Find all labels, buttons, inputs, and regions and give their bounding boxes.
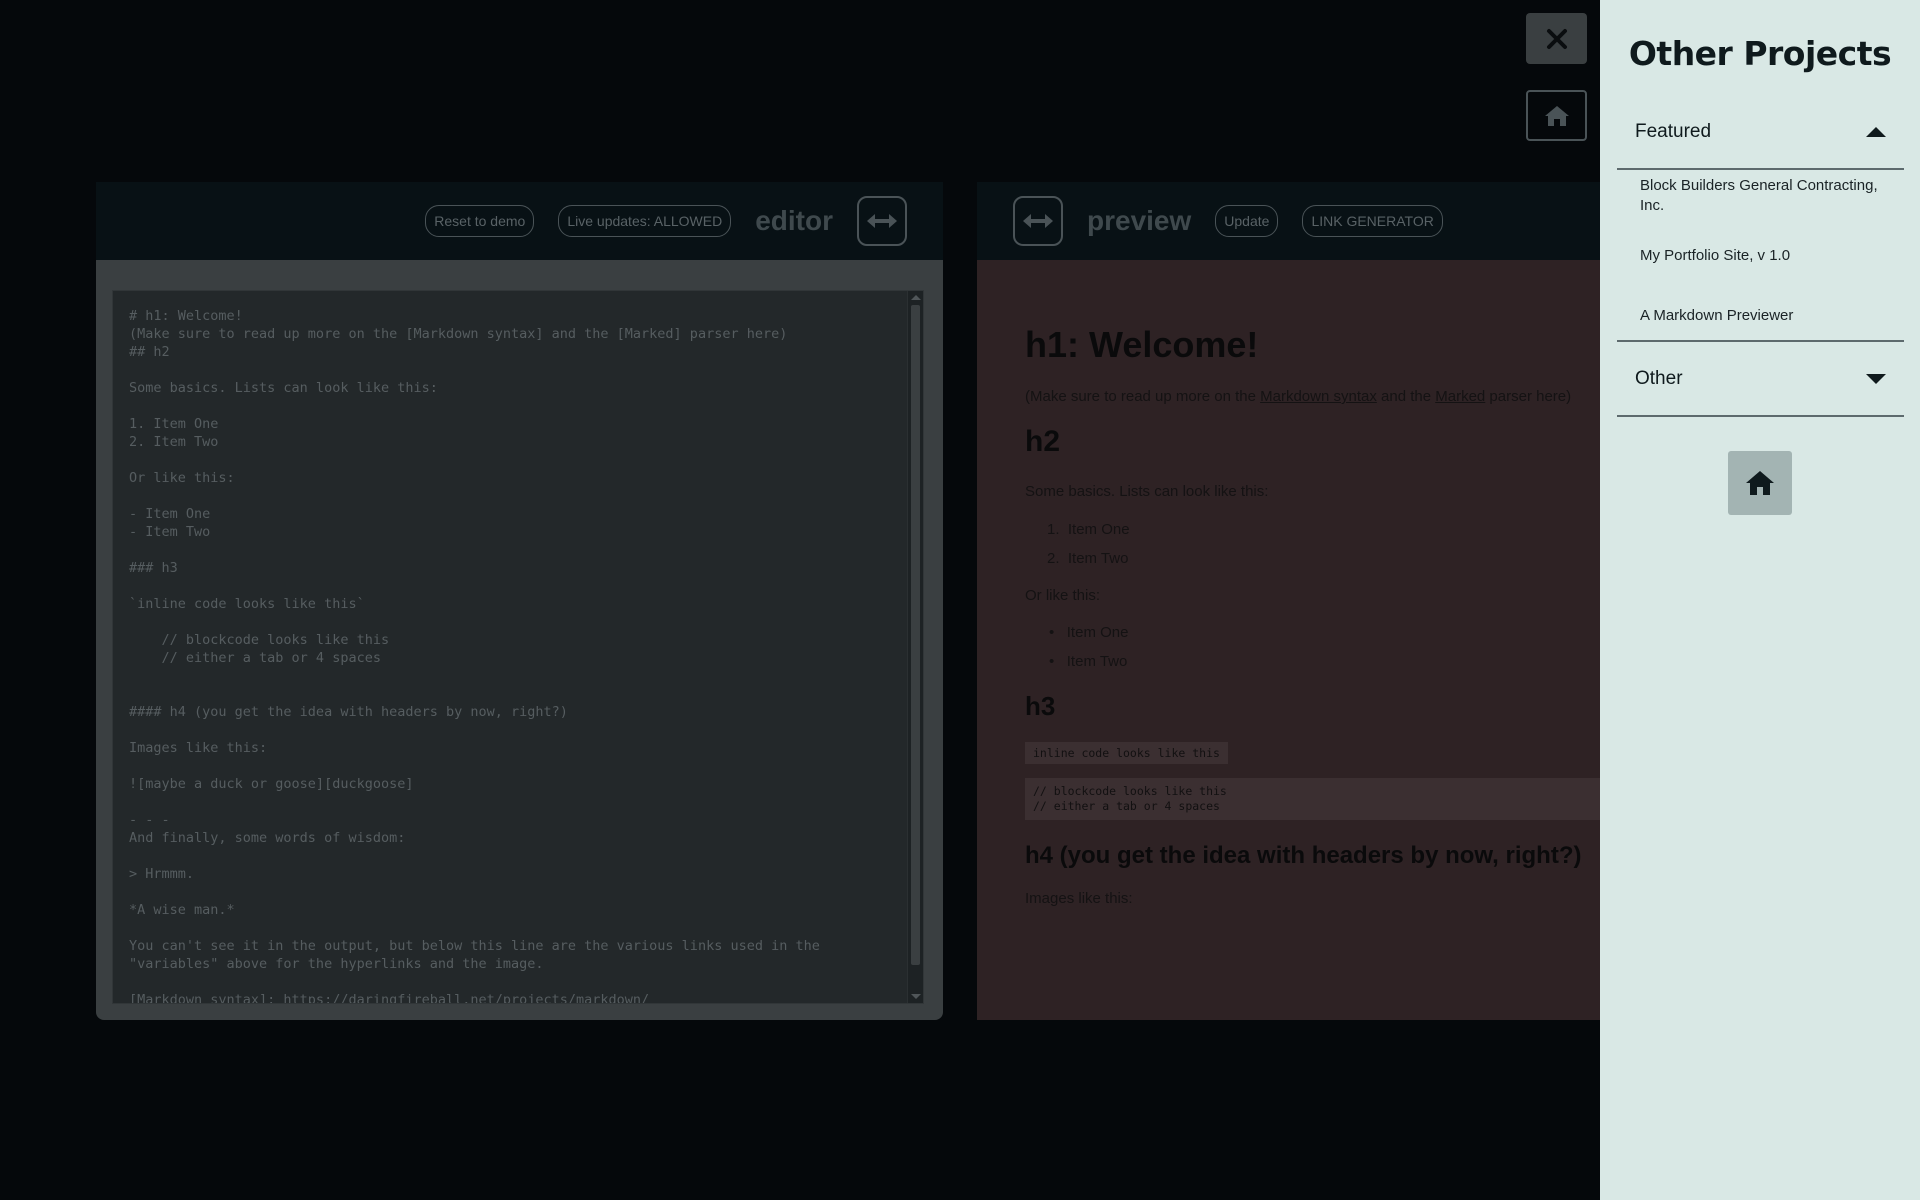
intro-text: and the [1376, 388, 1436, 405]
list-item-text: Item One [1066, 624, 1129, 641]
preview-intro: (Make sure to read up more on the Markdo… [1025, 388, 1571, 405]
horizontal-arrows-icon [1023, 214, 1053, 228]
editor-pane: # h1: Welcome! (Make sure to read up mor… [96, 260, 943, 1020]
preview-h1: h1: Welcome! [1025, 324, 1259, 365]
preview-basics: Some basics. Lists can look like this: [1025, 483, 1269, 500]
editor-toolbar: Reset to demo Live updates: ALLOWED edit… [96, 182, 943, 260]
scroll-up-icon[interactable] [911, 295, 921, 300]
preview-expand-button[interactable] [1013, 196, 1063, 246]
preview-h4: h4 (you get the idea with headers by now… [1025, 842, 1582, 869]
list-item: 1. Item One [1047, 521, 1130, 538]
preview-or-like: Or like this: [1025, 587, 1101, 604]
home-button[interactable] [1526, 90, 1587, 141]
other-projects-drawer: Other Projects Featured Block Builders G… [1600, 0, 1920, 1200]
list-item-text: Item One [1067, 521, 1130, 538]
drawer-home-button[interactable] [1728, 451, 1792, 515]
list-item-text: Item Two [1066, 653, 1128, 670]
other-section-toggle[interactable]: Other [1617, 343, 1904, 417]
home-icon [1544, 105, 1569, 126]
project-link-markdown-previewer[interactable]: A Markdown Previewer [1640, 306, 1905, 326]
editor-textarea[interactable]: # h1: Welcome! (Make sure to read up mor… [112, 290, 924, 1004]
featured-section-toggle[interactable]: Featured [1617, 96, 1904, 170]
update-button[interactable]: Update [1215, 205, 1279, 237]
scroll-down-icon[interactable] [911, 994, 921, 999]
other-label: Other [1635, 368, 1683, 389]
list-item-text: Item Two [1067, 550, 1129, 567]
markdown-syntax-link[interactable]: Markdown syntax [1260, 388, 1377, 405]
drawer-title: Other Projects [1628, 34, 1892, 73]
editor-title: editor [755, 205, 833, 236]
scroll-thumb[interactable] [911, 305, 920, 965]
list-item: • Item One [1049, 624, 1129, 641]
list-item: • Item Two [1049, 653, 1128, 670]
home-icon [1746, 471, 1774, 495]
intro-text: (Make sure to read up more on the [1025, 388, 1261, 405]
featured-label: Featured [1635, 121, 1712, 142]
marked-link[interactable]: Marked [1435, 388, 1485, 405]
caret-up-icon [1866, 127, 1886, 137]
preview-h2: h2 [1025, 425, 1061, 458]
divider [1617, 340, 1904, 342]
editor-content: # h1: Welcome! (Make sure to read up mor… [129, 308, 820, 1004]
link-generator-button[interactable]: LINK GENERATOR [1302, 205, 1443, 237]
editor-scrollbar[interactable] [907, 291, 923, 1003]
intro-text: parser here) [1485, 388, 1572, 405]
inline-code: inline code looks like this [1025, 742, 1228, 764]
project-link-portfolio[interactable]: My Portfolio Site, v 1.0 [1640, 246, 1905, 266]
close-drawer-button[interactable] [1526, 13, 1587, 64]
editor-expand-button[interactable] [857, 196, 907, 246]
project-link-block-builders[interactable]: Block Builders General Contracting, Inc. [1640, 176, 1905, 216]
list-item: 2. Item Two [1047, 550, 1129, 567]
preview-title: preview [1087, 205, 1192, 236]
preview-images-text: Images like this: [1025, 890, 1133, 907]
reset-to-demo-button[interactable]: Reset to demo [425, 205, 535, 237]
preview-h3: h3 [1025, 691, 1056, 721]
close-icon [1546, 28, 1567, 49]
caret-down-icon [1866, 374, 1886, 384]
live-updates-toggle[interactable]: Live updates: ALLOWED [558, 205, 732, 237]
horizontal-arrows-icon [867, 214, 897, 228]
